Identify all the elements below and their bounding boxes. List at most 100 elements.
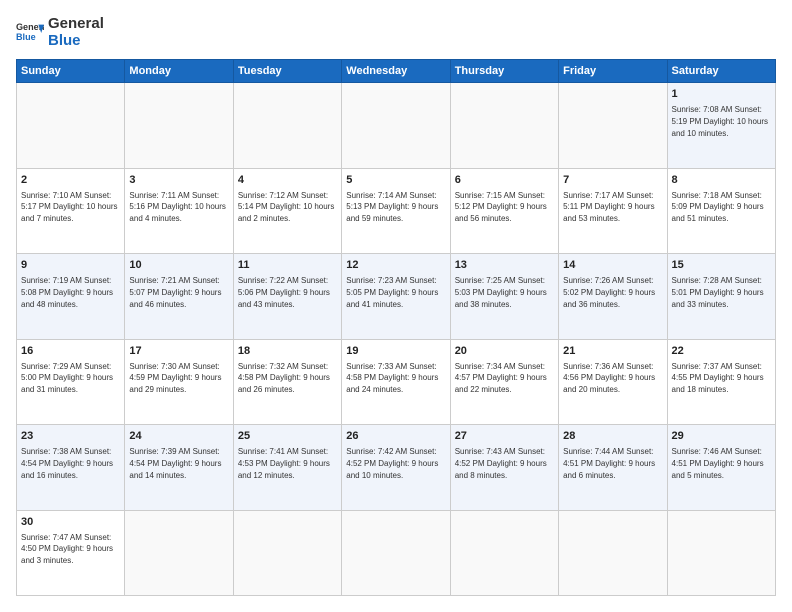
day-cell: 7Sunrise: 7:17 AM Sunset: 5:11 PM Daylig… bbox=[559, 168, 667, 254]
logo-icon: General Blue bbox=[16, 19, 44, 47]
week-row-4: 16Sunrise: 7:29 AM Sunset: 5:00 PM Dayli… bbox=[17, 339, 776, 425]
day-info: Sunrise: 7:26 AM Sunset: 5:02 PM Dayligh… bbox=[563, 275, 662, 310]
day-cell: 22 Sunrise: 7:37 AM Sunset: 4:55 PM Dayli… bbox=[667, 339, 775, 425]
calendar-table: SundayMondayTuesdayWednesdayThursdayFrid… bbox=[16, 59, 776, 596]
day-cell bbox=[125, 510, 233, 596]
day-cell: 13 Sunrise: 7:25 AM Sunset: 5:03 PM Dayli… bbox=[450, 254, 558, 340]
day-number: 9 bbox=[21, 258, 120, 273]
day-cell: 19Sunrise: 7:33 AM Sunset: 4:58 PM Dayli… bbox=[342, 339, 450, 425]
day-number: 20 bbox=[455, 344, 554, 359]
day-number: 24 bbox=[129, 429, 228, 444]
day-info: Sunrise: 7:18 AM Sunset: 5:09 PM Dayligh… bbox=[672, 190, 771, 225]
day-cell: 9Sunrise: 7:19 AM Sunset: 5:08 PM Daylig… bbox=[17, 254, 125, 340]
day-cell: 12 Sunrise: 7:23 AM Sunset: 5:05 PM Dayli… bbox=[342, 254, 450, 340]
day-info: Sunrise: 7:22 AM Sunset: 5:06 PM Dayligh… bbox=[238, 275, 337, 310]
day-number: 26 bbox=[346, 429, 445, 444]
day-cell bbox=[667, 510, 775, 596]
day-info: Sunrise: 7:11 AM Sunset: 5:16 PM Dayligh… bbox=[129, 190, 228, 225]
day-cell: 26 Sunrise: 7:42 AM Sunset: 4:52 PM Dayli… bbox=[342, 425, 450, 511]
day-cell bbox=[125, 83, 233, 169]
day-number: 18 bbox=[238, 344, 337, 359]
day-info: Sunrise: 7:43 AM Sunset: 4:52 PM Dayligh… bbox=[455, 446, 554, 481]
week-row-1: 1 Sunrise: 7:08 AM Sunset: 5:19 PM Daylig… bbox=[17, 83, 776, 169]
day-info: Sunrise: 7:38 AM Sunset: 4:54 PM Dayligh… bbox=[21, 446, 120, 481]
day-info: Sunrise: 7:41 AM Sunset: 4:53 PM Dayligh… bbox=[238, 446, 337, 481]
week-row-5: 23 Sunrise: 7:38 AM Sunset: 4:54 PM Dayli… bbox=[17, 425, 776, 511]
day-cell bbox=[559, 510, 667, 596]
day-info: Sunrise: 7:32 AM Sunset: 4:58 PM Dayligh… bbox=[238, 361, 337, 396]
day-number: 29 bbox=[672, 429, 771, 444]
day-info: Sunrise: 7:08 AM Sunset: 5:19 PM Dayligh… bbox=[672, 104, 771, 139]
weekday-saturday: Saturday bbox=[667, 60, 775, 83]
day-number: 22 bbox=[672, 344, 771, 359]
week-row-6: 30Sunrise: 7:47 AM Sunset: 4:50 PM Dayli… bbox=[17, 510, 776, 596]
day-cell bbox=[233, 510, 341, 596]
day-cell: 25Sunrise: 7:41 AM Sunset: 4:53 PM Dayli… bbox=[233, 425, 341, 511]
svg-text:Blue: Blue bbox=[16, 32, 36, 42]
day-info: Sunrise: 7:46 AM Sunset: 4:51 PM Dayligh… bbox=[672, 446, 771, 481]
day-number: 8 bbox=[672, 173, 771, 188]
day-cell: 29 Sunrise: 7:46 AM Sunset: 4:51 PM Dayli… bbox=[667, 425, 775, 511]
weekday-header-row: SundayMondayTuesdayWednesdayThursdayFrid… bbox=[17, 60, 776, 83]
page: General Blue General Blue SundayMondayTu… bbox=[0, 0, 792, 612]
day-info: Sunrise: 7:25 AM Sunset: 5:03 PM Dayligh… bbox=[455, 275, 554, 310]
weekday-thursday: Thursday bbox=[450, 60, 558, 83]
day-cell bbox=[450, 510, 558, 596]
logo-general: General bbox=[48, 16, 104, 33]
week-row-2: 2Sunrise: 7:10 AM Sunset: 5:17 PM Daylig… bbox=[17, 168, 776, 254]
day-info: Sunrise: 7:33 AM Sunset: 4:58 PM Dayligh… bbox=[346, 361, 445, 396]
day-number: 2 bbox=[21, 173, 120, 188]
day-cell bbox=[450, 83, 558, 169]
weekday-sunday: Sunday bbox=[17, 60, 125, 83]
day-cell: 17 Sunrise: 7:30 AM Sunset: 4:59 PM Dayli… bbox=[125, 339, 233, 425]
day-cell bbox=[342, 83, 450, 169]
day-cell: 15 Sunrise: 7:28 AM Sunset: 5:01 PM Dayli… bbox=[667, 254, 775, 340]
day-info: Sunrise: 7:17 AM Sunset: 5:11 PM Dayligh… bbox=[563, 190, 662, 225]
day-cell: 6 Sunrise: 7:15 AM Sunset: 5:12 PM Daylig… bbox=[450, 168, 558, 254]
day-cell: 21 Sunrise: 7:36 AM Sunset: 4:56 PM Dayli… bbox=[559, 339, 667, 425]
day-cell bbox=[342, 510, 450, 596]
day-info: Sunrise: 7:21 AM Sunset: 5:07 PM Dayligh… bbox=[129, 275, 228, 310]
day-info: Sunrise: 7:23 AM Sunset: 5:05 PM Dayligh… bbox=[346, 275, 445, 310]
day-cell: 16Sunrise: 7:29 AM Sunset: 5:00 PM Dayli… bbox=[17, 339, 125, 425]
weekday-monday: Monday bbox=[125, 60, 233, 83]
logo-blue: Blue bbox=[48, 33, 104, 50]
day-cell: 24 Sunrise: 7:39 AM Sunset: 4:54 PM Dayli… bbox=[125, 425, 233, 511]
day-info: Sunrise: 7:28 AM Sunset: 5:01 PM Dayligh… bbox=[672, 275, 771, 310]
week-row-3: 9Sunrise: 7:19 AM Sunset: 5:08 PM Daylig… bbox=[17, 254, 776, 340]
day-info: Sunrise: 7:15 AM Sunset: 5:12 PM Dayligh… bbox=[455, 190, 554, 225]
day-number: 1 bbox=[672, 87, 771, 102]
day-cell: 3Sunrise: 7:11 AM Sunset: 5:16 PM Daylig… bbox=[125, 168, 233, 254]
day-cell: 2Sunrise: 7:10 AM Sunset: 5:17 PM Daylig… bbox=[17, 168, 125, 254]
day-cell: 10Sunrise: 7:21 AM Sunset: 5:07 PM Dayli… bbox=[125, 254, 233, 340]
day-cell: 11Sunrise: 7:22 AM Sunset: 5:06 PM Dayli… bbox=[233, 254, 341, 340]
day-number: 27 bbox=[455, 429, 554, 444]
day-number: 12 bbox=[346, 258, 445, 273]
day-cell: 18 Sunrise: 7:32 AM Sunset: 4:58 PM Dayli… bbox=[233, 339, 341, 425]
day-cell: 5Sunrise: 7:14 AM Sunset: 5:13 PM Daylig… bbox=[342, 168, 450, 254]
weekday-wednesday: Wednesday bbox=[342, 60, 450, 83]
day-number: 23 bbox=[21, 429, 120, 444]
day-number: 13 bbox=[455, 258, 554, 273]
day-number: 17 bbox=[129, 344, 228, 359]
day-number: 21 bbox=[563, 344, 662, 359]
day-cell: 23 Sunrise: 7:38 AM Sunset: 4:54 PM Dayli… bbox=[17, 425, 125, 511]
day-number: 4 bbox=[238, 173, 337, 188]
day-cell: 30Sunrise: 7:47 AM Sunset: 4:50 PM Dayli… bbox=[17, 510, 125, 596]
day-info: Sunrise: 7:29 AM Sunset: 5:00 PM Dayligh… bbox=[21, 361, 120, 396]
day-cell: 27 Sunrise: 7:43 AM Sunset: 4:52 PM Dayli… bbox=[450, 425, 558, 511]
day-info: Sunrise: 7:36 AM Sunset: 4:56 PM Dayligh… bbox=[563, 361, 662, 396]
day-info: Sunrise: 7:37 AM Sunset: 4:55 PM Dayligh… bbox=[672, 361, 771, 396]
day-cell: 28Sunrise: 7:44 AM Sunset: 4:51 PM Dayli… bbox=[559, 425, 667, 511]
day-info: Sunrise: 7:44 AM Sunset: 4:51 PM Dayligh… bbox=[563, 446, 662, 481]
day-cell: 4Sunrise: 7:12 AM Sunset: 5:14 PM Daylig… bbox=[233, 168, 341, 254]
day-cell: 14Sunrise: 7:26 AM Sunset: 5:02 PM Dayli… bbox=[559, 254, 667, 340]
day-number: 6 bbox=[455, 173, 554, 188]
day-info: Sunrise: 7:30 AM Sunset: 4:59 PM Dayligh… bbox=[129, 361, 228, 396]
day-cell: 1 Sunrise: 7:08 AM Sunset: 5:19 PM Daylig… bbox=[667, 83, 775, 169]
day-number: 15 bbox=[672, 258, 771, 273]
day-number: 30 bbox=[21, 515, 120, 530]
day-cell: 8 Sunrise: 7:18 AM Sunset: 5:09 PM Daylig… bbox=[667, 168, 775, 254]
day-info: Sunrise: 7:39 AM Sunset: 4:54 PM Dayligh… bbox=[129, 446, 228, 481]
day-info: Sunrise: 7:42 AM Sunset: 4:52 PM Dayligh… bbox=[346, 446, 445, 481]
